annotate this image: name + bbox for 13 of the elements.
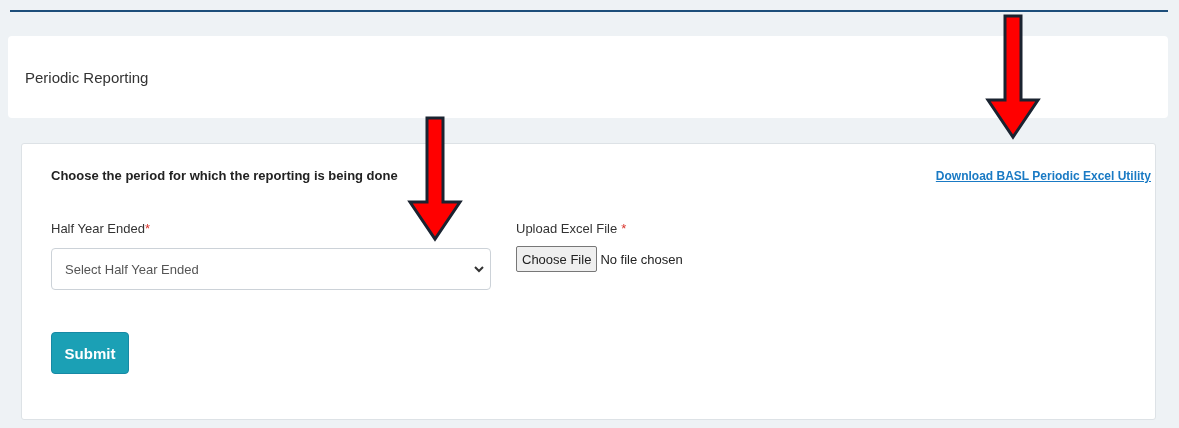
field-label: Upload Excel File: [516, 221, 618, 236]
file-status: No file chosen: [600, 251, 683, 267]
required-mark: *: [144, 221, 151, 236]
form-heading: Choose the period for which the reporting is being done: [51, 168, 398, 183]
download-link[interactable]: Download BASL Periodic Excel Utility: [935, 169, 1151, 183]
choose-file-button[interactable]: Choose File: [516, 246, 598, 272]
arrow-icon: [985, 14, 1041, 140]
arrow-icon: [407, 116, 463, 242]
page-title: Periodic Reporting: [25, 68, 149, 86]
field-label: Half Year Ended: [51, 221, 145, 236]
chevron-down-icon: [474, 265, 484, 273]
half-year-select[interactable]: Select Half Year Ended: [51, 248, 491, 290]
required-mark: *: [621, 221, 627, 236]
